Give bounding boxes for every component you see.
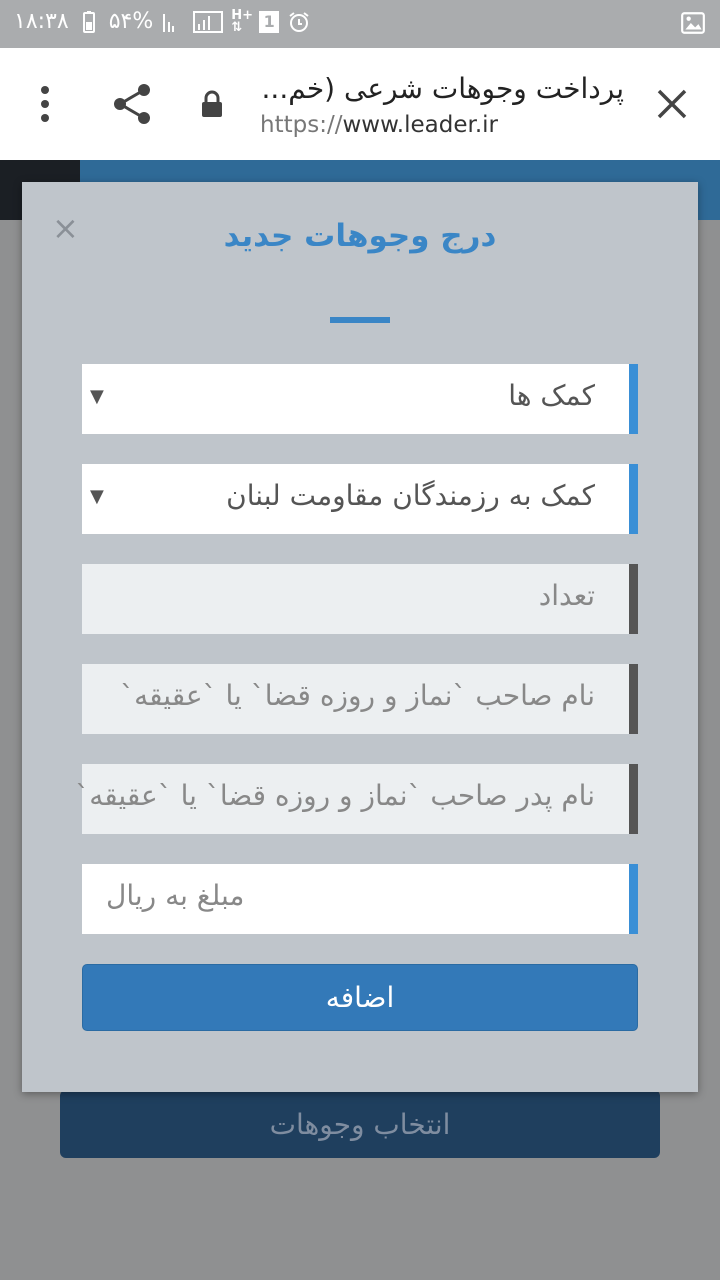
subcategory-select-value: کمک به رزمندگان مقاومت لبنان xyxy=(226,479,595,512)
share-icon[interactable] xyxy=(110,82,154,126)
close-tab-icon[interactable] xyxy=(656,88,688,120)
signal-strength-icon xyxy=(193,10,224,33)
battery-icon xyxy=(82,10,95,33)
father-name-placeholder: نام پدر صاحب `نماز و روزه قضا` یا `عقیقه… xyxy=(75,779,595,812)
add-funds-modal: × درج وجوهات جدید کمک ها ▼ کمک به رزمندگ… xyxy=(22,182,698,1092)
owner-name-input[interactable]: نام صاحب `نماز و روزه قضا` یا `عقیقه` xyxy=(82,664,638,734)
category-select-value: کمک ها xyxy=(508,379,595,412)
father-name-input[interactable]: نام پدر صاحب `نماز و روزه قضا` یا `عقیقه… xyxy=(75,764,638,834)
network-hplus-icon: H+ ⇅ xyxy=(231,7,254,35)
chevron-down-icon: ▼ xyxy=(90,386,104,407)
chevron-down-icon: ▼ xyxy=(90,486,104,507)
menu-icon[interactable] xyxy=(30,84,60,124)
modal-title: درج وجوهات جدید xyxy=(223,218,497,254)
category-select[interactable]: کمک ها ▼ xyxy=(82,364,638,434)
status-left: ۱۸:۳۸ ۵۴% H+ ⇅ 1 xyxy=(14,9,311,34)
amount-placeholder: مبلغ به ریال xyxy=(106,879,245,912)
battery-percent: ۵۴% xyxy=(108,9,154,34)
status-time: ۱۸:۳۸ xyxy=(14,9,69,34)
add-button[interactable]: اضافه xyxy=(82,964,638,1031)
page-url: https://www.leader.ir xyxy=(260,112,498,138)
browser-toolbar: پرداخت وجوهات شرعی (خم... https://www.le… xyxy=(0,48,720,160)
url-host: www.leader.ir xyxy=(342,112,498,138)
amount-input[interactable]: مبلغ به ریال xyxy=(82,864,638,934)
image-notification-icon xyxy=(681,12,705,34)
count-input[interactable]: تعداد xyxy=(82,564,638,634)
signal-icon xyxy=(163,13,175,32)
page-title: پرداخت وجوهات شرعی (خم... xyxy=(261,72,624,105)
select-funds-button[interactable]: انتخاب وجوهات xyxy=(60,1090,660,1158)
title-underline xyxy=(330,317,390,323)
status-bar: ۱۸:۳۸ ۵۴% H+ ⇅ 1 xyxy=(0,0,720,48)
owner-name-placeholder: نام صاحب `نماز و روزه قضا` یا `عقیقه` xyxy=(120,679,595,712)
sim-icon: 1 xyxy=(259,10,280,33)
alarm-icon xyxy=(289,11,309,32)
url-protocol: https:// xyxy=(260,112,343,138)
count-placeholder: تعداد xyxy=(538,579,595,612)
subcategory-select[interactable]: کمک به رزمندگان مقاومت لبنان ▼ xyxy=(82,464,638,534)
